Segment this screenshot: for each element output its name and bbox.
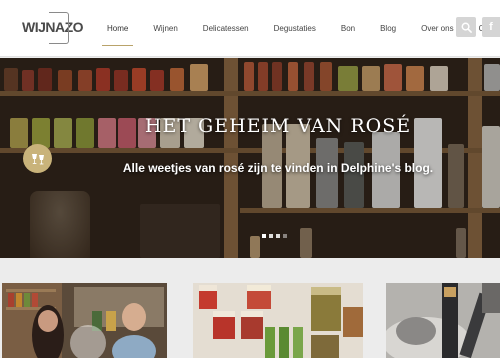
nav-item-bon[interactable]: Bon	[338, 20, 358, 37]
nav-item-delicatessen[interactable]: Delicatessen	[200, 20, 252, 37]
site-header: WIJNAZO Home Wijnen Delicatessen Degusta…	[0, 0, 500, 57]
nav-item-wijnen[interactable]: Wijnen	[150, 20, 180, 37]
card-delicatessen[interactable]	[193, 283, 363, 358]
nav-item-home[interactable]: Home	[101, 20, 134, 46]
hero-subtitle[interactable]: Alle weetjes van rosé zijn te vinden in …	[0, 161, 500, 175]
nav-item-degustaties[interactable]: Degustaties	[271, 20, 319, 37]
wine-glasses-icon	[31, 153, 44, 164]
search-icon	[461, 22, 472, 33]
hero-slider: HET GEHEIM VAN ROSÉ Alle weetjes van ros…	[0, 58, 500, 258]
featured-cards	[0, 259, 500, 358]
logo[interactable]: WIJNAZO	[22, 10, 84, 46]
facebook-button[interactable]: f	[482, 17, 500, 37]
hero-side-button[interactable]	[23, 144, 52, 173]
card-degustatie[interactable]	[2, 283, 167, 358]
slider-dot-1[interactable]	[262, 234, 266, 238]
nav-item-blog[interactable]: Blog	[377, 20, 399, 37]
slider-dot-3[interactable]	[276, 234, 280, 238]
card-image	[2, 283, 167, 358]
card-image	[193, 283, 363, 358]
card-wijnen[interactable]	[386, 283, 500, 358]
facebook-icon: f	[489, 21, 493, 33]
nav-item-over-ons[interactable]: Over ons	[418, 20, 456, 37]
hero-overlay	[0, 58, 500, 258]
main-nav: Home Wijnen Delicatessen Degustaties Bon…	[101, 0, 500, 57]
logo-frame	[49, 12, 69, 44]
hero-title: HET GEHEIM VAN ROSÉ	[144, 115, 412, 137]
card-image	[386, 283, 500, 358]
slider-dot-4[interactable]	[283, 234, 287, 238]
slider-dots	[262, 234, 290, 238]
search-button[interactable]	[456, 17, 476, 37]
slider-dot-2[interactable]	[269, 234, 273, 238]
